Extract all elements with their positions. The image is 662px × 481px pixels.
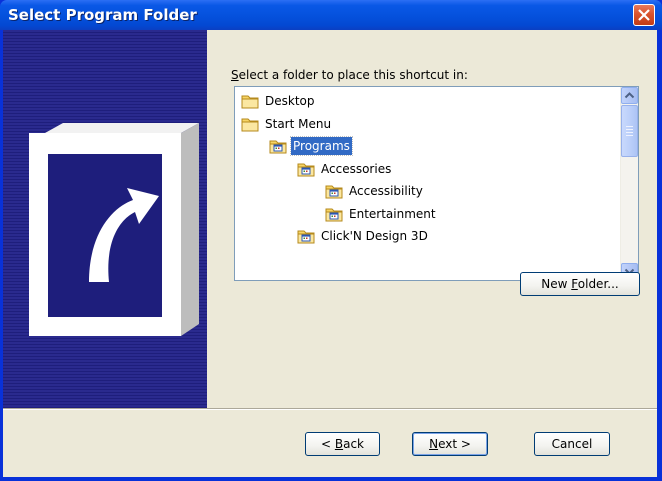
chevron-up-icon — [624, 92, 635, 99]
tree-item-label: Entertainment — [349, 206, 436, 221]
program-folder-icon — [297, 230, 315, 244]
cancel-button[interactable]: Cancel — [534, 432, 610, 456]
tree-item-label: Start Menu — [265, 116, 332, 131]
program-folder-icon — [297, 163, 315, 176]
title-bar[interactable]: Select Program Folder — [0, 0, 662, 30]
back-button[interactable]: < Back — [305, 432, 380, 456]
folder-icon — [241, 95, 259, 109]
scroll-thumb[interactable] — [621, 105, 638, 157]
program-folder-icon — [325, 208, 343, 221]
footer-divider — [3, 408, 657, 410]
dialog-window: Select Program Folder Select a folder to… — [0, 0, 662, 481]
folder-icon — [241, 118, 259, 131]
tree-item-label: Accessibility — [349, 184, 423, 198]
new-folder-button[interactable]: New Folder... — [520, 272, 640, 296]
close-button[interactable] — [633, 4, 655, 26]
tree-item-label: Desktop — [265, 94, 315, 108]
program-folder-icon — [269, 140, 287, 154]
dialog-client: Select a folder to place this shortcut i… — [3, 30, 657, 477]
window-title: Select Program Folder — [8, 6, 197, 24]
folder-prompt-label: Select a folder to place this shortcut i… — [231, 68, 468, 82]
scroll-up-button[interactable] — [621, 87, 638, 104]
tree-item-label: Programs — [290, 136, 353, 156]
tree-item-label: Click'N Design 3D — [321, 229, 428, 243]
folder-tree[interactable]: Desktop Start Menu Programs Accessories Acce… — [234, 86, 639, 281]
next-button[interactable]: Next > — [412, 432, 488, 456]
shortcut-arrow-icon — [29, 123, 199, 336]
tree-item-label: Accessories — [321, 161, 392, 176]
program-folder-icon — [325, 185, 343, 199]
vertical-scrollbar[interactable] — [620, 87, 638, 280]
close-icon — [638, 9, 650, 21]
wizard-banner — [3, 30, 207, 408]
